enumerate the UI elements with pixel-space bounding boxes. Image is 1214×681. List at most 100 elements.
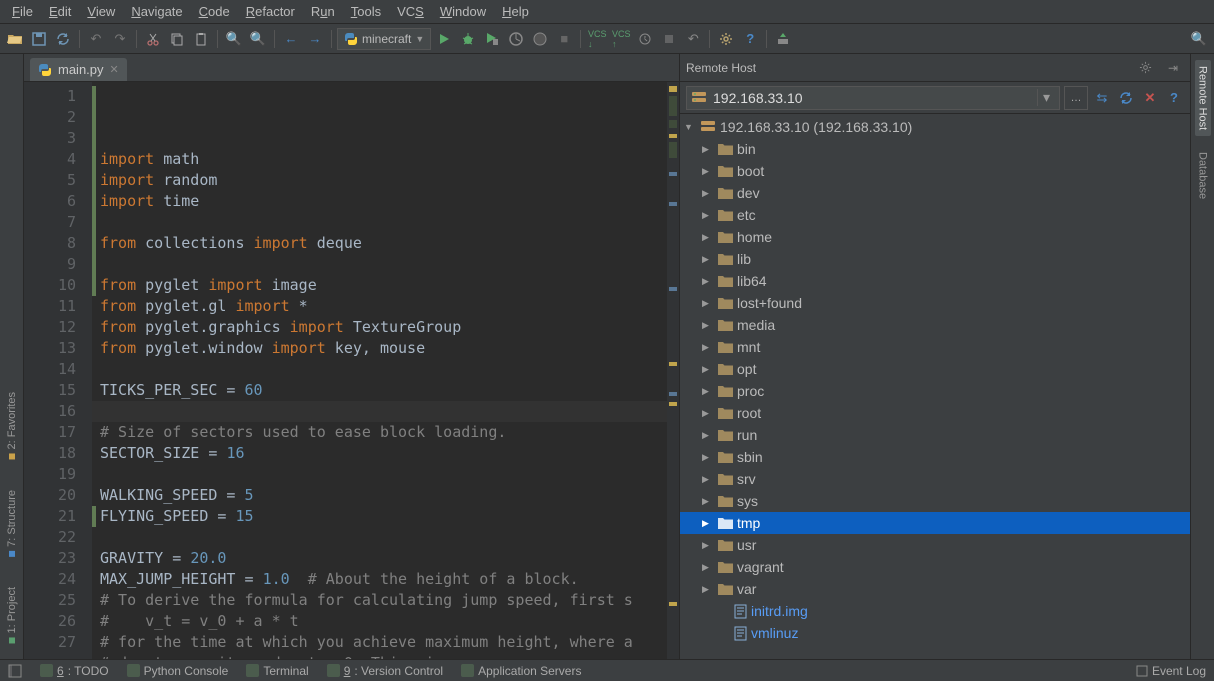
code-line[interactable] [100,527,679,548]
code-line[interactable]: import math [100,149,679,170]
editor-marker-bar[interactable] [667,82,679,659]
cut-icon[interactable] [142,28,164,50]
close-tab-icon[interactable]: ✕ [110,63,119,76]
tree-item-sys[interactable]: ▶sys [680,490,1190,512]
search-everywhere-icon[interactable]: 🔍 [1188,28,1210,50]
disconnect-icon[interactable]: ✕ [1140,88,1160,108]
debug-icon[interactable] [457,28,479,50]
help-icon[interactable]: ? [1164,88,1184,108]
remote-tree[interactable]: ▼192.168.33.10 (192.168.33.10)▶bin▶boot ▶… [680,114,1190,659]
vcs-history-icon[interactable] [634,28,656,50]
collapse-icon[interactable]: ⇆ [1092,88,1112,108]
tree-item-var[interactable]: ▶var [680,578,1190,600]
save-all-icon[interactable] [28,28,50,50]
vcs-update-icon[interactable]: VCS↓ [586,28,608,50]
code-line[interactable]: FLYING_SPEED = 15 [100,506,679,527]
event-log-button[interactable]: Event Log [1136,664,1206,678]
stop-icon[interactable]: ■ [553,28,575,50]
tool----project[interactable]: 1: Project [4,581,20,649]
undo-icon[interactable]: ↶ [85,28,107,50]
tree-item-initrd.img[interactable]: initrd.img [680,600,1190,622]
code-line[interactable] [100,254,679,275]
code-line[interactable]: # for the time at which you achieve maxi… [100,632,679,653]
forward-icon[interactable]: → [304,28,326,50]
tree-item-boot[interactable]: ▶boot [680,160,1190,182]
code-line[interactable]: from collections import deque [100,233,679,254]
menu-refactor[interactable]: Refactor [238,2,303,21]
tree-item-root[interactable]: ▶root [680,402,1190,424]
code-line[interactable]: # Size of sectors used to ease block loa… [100,422,679,443]
tree-root[interactable]: ▼192.168.33.10 (192.168.33.10) [680,116,1190,138]
host-dropdown[interactable]: 192.168.33.10 ▾ [686,86,1060,110]
paste-icon[interactable] [190,28,212,50]
tree-item-bin[interactable]: ▶bin [680,138,1190,160]
vcs-silent-icon[interactable] [658,28,680,50]
tool----favorites[interactable]: 2: Favorites [4,386,20,465]
tree-item-vmlinuz[interactable]: vmlinuz [680,622,1190,644]
concurrency-icon[interactable] [529,28,551,50]
back-icon[interactable]: ← [280,28,302,50]
menu-window[interactable]: Window [432,2,494,21]
vcs-commit-icon[interactable]: VCS↑ [610,28,632,50]
tree-item-proc[interactable]: ▶proc [680,380,1190,402]
code-line[interactable]: GRAVITY = 20.0 [100,548,679,569]
sync-icon[interactable] [52,28,74,50]
tree-item-mnt[interactable]: ▶mnt [680,336,1190,358]
tree-item-opt[interactable]: ▶opt [680,358,1190,380]
menu-view[interactable]: View [79,2,123,21]
code-line[interactable]: import random [100,170,679,191]
help-icon[interactable]: ? [739,28,761,50]
bottom-tool-9--version-control[interactable]: 9: Version Control [327,664,443,678]
code-line[interactable]: import time [100,191,679,212]
menu-navigate[interactable]: Navigate [123,2,190,21]
open-icon[interactable] [4,28,26,50]
copy-icon[interactable] [166,28,188,50]
code-line[interactable]: WALKING_SPEED = 5 [100,485,679,506]
menu-help[interactable]: Help [494,2,537,21]
code-line[interactable]: # To derive the formula for calculating … [100,590,679,611]
code-line[interactable]: from pyglet.window import key, mouse [100,338,679,359]
menu-code[interactable]: Code [191,2,238,21]
menu-run[interactable]: Run [303,2,343,21]
tree-item-vagrant[interactable]: ▶vagrant [680,556,1190,578]
code-line[interactable]: SECTOR_SIZE = 16 [100,443,679,464]
menu-tools[interactable]: Tools [343,2,389,21]
chevron-down-icon[interactable]: ▾ [1037,89,1055,106]
bottom-tool-python-console[interactable]: Python Console [127,664,229,678]
browse-icon[interactable]: … [1064,86,1088,110]
code-line[interactable] [100,359,679,380]
gear-icon[interactable] [1134,57,1156,79]
menu-file[interactable]: File [4,2,41,21]
tool-window-quick-access[interactable] [8,664,22,678]
menu-vcs[interactable]: VCS [389,2,432,21]
profile-icon[interactable] [505,28,527,50]
code-line[interactable] [100,212,679,233]
tree-item-etc[interactable]: ▶etc [680,204,1190,226]
tree-item-media[interactable]: ▶media [680,314,1190,336]
code-line[interactable]: from pyglet.gl import * [100,296,679,317]
code-line[interactable]: MAX_JUMP_HEIGHT = 1.0 # About the height… [100,569,679,590]
code-line[interactable] [100,464,679,485]
code-line[interactable]: # due to gravity and v_t = 0. This gives… [100,653,679,659]
tree-item-lib64[interactable]: ▶lib64 [680,270,1190,292]
settings-icon[interactable] [715,28,737,50]
bottom-tool-application-servers[interactable]: Application Servers [461,664,581,678]
bottom-tool-terminal[interactable]: Terminal [246,664,308,678]
tool-remote-host[interactable]: Remote Host [1195,60,1211,136]
deploy-icon[interactable] [772,28,794,50]
tree-item-lost+found[interactable]: ▶lost+found [680,292,1190,314]
code-editor[interactable]: 1234567891011121314151617181920212223242… [24,82,679,659]
tree-item-sbin[interactable]: ▶sbin [680,446,1190,468]
tree-item-lib[interactable]: ▶lib [680,248,1190,270]
refresh-icon[interactable] [1116,88,1136,108]
code-line[interactable]: TICKS_PER_SEC = 60 [100,380,679,401]
coverage-icon[interactable] [481,28,503,50]
tool-database[interactable]: Database [1195,146,1211,205]
bottom-tool-6--todo[interactable]: 6: TODO [40,664,109,678]
code-line[interactable]: from pyglet import image [100,275,679,296]
tree-item-srv[interactable]: ▶srv [680,468,1190,490]
editor-code[interactable]: import mathimport randomimport time from… [92,82,679,659]
code-line[interactable]: from pyglet.graphics import TextureGroup [100,317,679,338]
hide-icon[interactable]: ⇥ [1162,57,1184,79]
vcs-revert-icon[interactable]: ↶ [682,28,704,50]
